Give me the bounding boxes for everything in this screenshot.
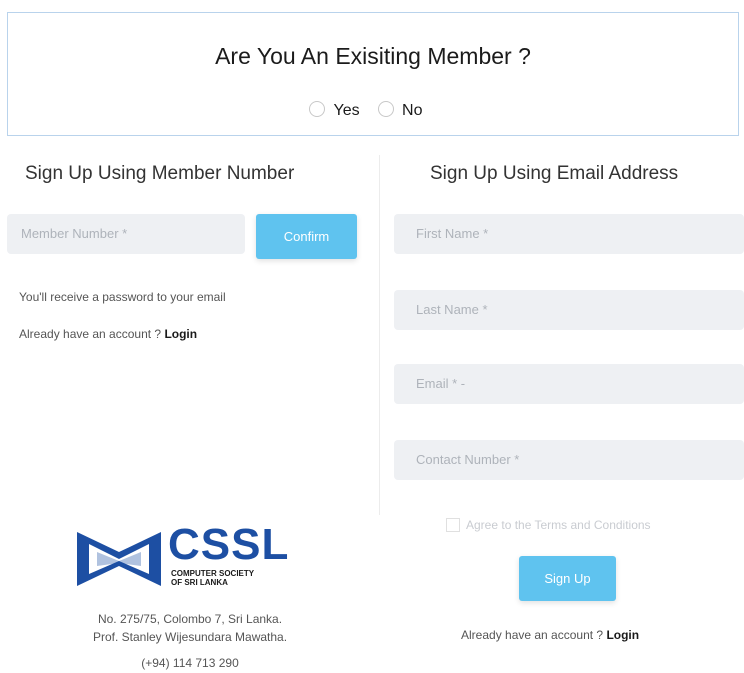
cssl-logo-text: CSSL bbox=[168, 520, 290, 569]
no-radio[interactable] bbox=[378, 101, 395, 117]
cssl-subtitle-line2: OF SRI LANKA bbox=[171, 578, 228, 587]
email-signup-title: Sign Up Using Email Address bbox=[430, 163, 679, 184]
confirm-button[interactable]: Confirm bbox=[256, 214, 357, 259]
right-account-prompt: Already have an account ? Login bbox=[461, 628, 639, 642]
first-name-field[interactable]: First Name * bbox=[394, 214, 744, 254]
address-line1: No. 275/75, Colombo 7, Sri Lanka. bbox=[97, 612, 283, 626]
last-name-field[interactable]: Last Name * bbox=[394, 290, 744, 330]
member-number-field[interactable]: Member Number * bbox=[7, 214, 245, 254]
signup-button[interactable]: Sign Up bbox=[519, 556, 616, 601]
password-info-text: You'll receive a password to your email bbox=[19, 290, 226, 304]
cssl-subtitle-line1: COMPUTER SOCIETY bbox=[171, 569, 255, 578]
no-label[interactable]: No bbox=[402, 102, 422, 119]
cssl-logo: CSSL COMPUTER SOCIETY OF SRI LANKA bbox=[75, 520, 305, 596]
member-question-panel: Are You An Exisiting Member ? Yes No bbox=[7, 12, 739, 136]
address-line2: Prof. Stanley Wijesundara Mawatha. bbox=[92, 630, 288, 644]
email-field[interactable]: Email * - bbox=[394, 364, 744, 404]
right-account-prompt-text: Already have an account ? bbox=[461, 628, 607, 642]
terms-label[interactable]: Agree to the Terms and Conditions bbox=[466, 518, 651, 532]
phone-number: (+94) 114 713 290 bbox=[141, 656, 239, 670]
left-account-prompt: Already have an account ? Login bbox=[19, 327, 197, 341]
cssl-logo-subtitle: COMPUTER SOCIETY OF SRI LANKA bbox=[171, 569, 254, 587]
yes-label[interactable]: Yes bbox=[333, 102, 359, 119]
member-signup-title: Sign Up Using Member Number bbox=[25, 163, 295, 184]
yes-radio[interactable] bbox=[309, 101, 326, 117]
right-login-link[interactable]: Login bbox=[606, 628, 639, 642]
terms-checkbox[interactable] bbox=[446, 518, 460, 532]
member-radio-group: Yes No bbox=[8, 101, 738, 120]
cssl-bowtie-icon bbox=[77, 532, 161, 586]
contact-number-field[interactable]: Contact Number * bbox=[394, 440, 744, 480]
left-account-prompt-text: Already have an account ? bbox=[19, 327, 165, 341]
member-question-title: Are You An Exisiting Member ? bbox=[215, 43, 531, 69]
column-divider bbox=[379, 155, 380, 515]
left-login-link[interactable]: Login bbox=[164, 327, 197, 341]
